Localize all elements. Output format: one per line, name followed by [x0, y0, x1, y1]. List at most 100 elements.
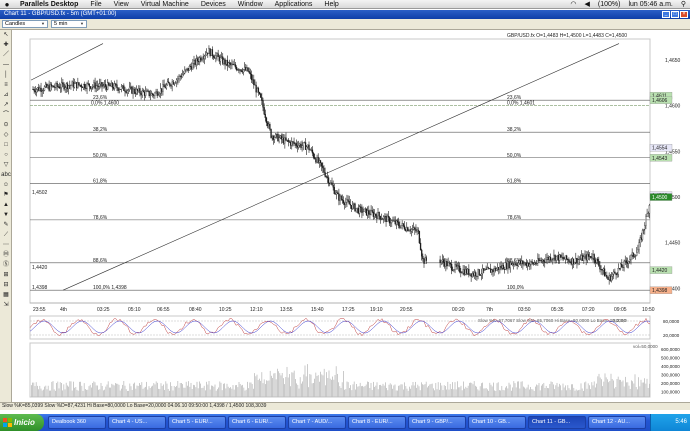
volume-bar [287, 377, 289, 397]
menu-virtual-machine[interactable]: Virtual Machine [135, 0, 195, 9]
drawing-tool-icon[interactable]: ⋯ [1, 241, 11, 250]
volume-bar [113, 385, 115, 397]
chart-style-select[interactable]: Candles ▼ [2, 20, 48, 28]
volume-bar [207, 384, 209, 397]
drawing-tool-icon[interactable]: □ [1, 141, 11, 150]
volume-bar [68, 386, 69, 397]
taskbar-button[interactable]: Chart 11 - GB... [528, 416, 586, 429]
timeframe-select[interactable]: 5 min ▼ [51, 20, 87, 28]
spotlight-icon[interactable]: ⚲ [681, 0, 686, 9]
volume-bar [167, 388, 169, 397]
close-button[interactable]: × [680, 11, 688, 18]
candle-body [633, 255, 636, 257]
drawing-tool-icon[interactable]: ／ [1, 51, 11, 60]
volume-bar [227, 386, 229, 397]
candle-body [440, 260, 442, 263]
drawing-tool-icon[interactable]: ⚑ [1, 191, 11, 200]
menu-parallels[interactable]: Parallels Desktop [14, 0, 84, 9]
volume-bar [245, 389, 247, 397]
taskbar-button[interactable]: Chart 6 - EUR/... [228, 416, 286, 429]
taskbar-button[interactable]: Chart 5 - EUR/... [168, 416, 226, 429]
volume-bar [63, 384, 65, 397]
candle-body [620, 263, 622, 269]
volume-bar [122, 384, 123, 397]
volume-bar [328, 370, 330, 397]
volume-bar [458, 387, 459, 397]
taskbar-button[interactable]: Chart 8 - EUR/... [348, 416, 406, 429]
taskbar-button[interactable]: Chart 4 - US... [108, 416, 166, 429]
candle-body [378, 212, 380, 217]
mac-clock[interactable]: lun 05:46 a.m. [628, 0, 672, 9]
start-button[interactable]: Inicio [0, 414, 44, 431]
menu-help[interactable]: Help [318, 0, 344, 9]
drawing-tool-icon[interactable]: ⊙ [1, 121, 11, 130]
drawing-tool-icon[interactable]: abc [1, 171, 11, 180]
drawing-tool-icon[interactable]: ▲ [1, 201, 11, 210]
x-axis-tick-label: 05:10 [128, 307, 141, 313]
candle-body [274, 134, 277, 138]
drawing-tool-icon[interactable]: — [1, 61, 11, 70]
taskbar-button[interactable]: Dealbook 360 [48, 416, 106, 429]
candle-body [283, 137, 285, 144]
candle-body [372, 211, 375, 217]
volume-bar [221, 390, 223, 397]
drawing-tool-icon[interactable]: ≡ [1, 81, 11, 90]
wifi-icon[interactable]: ◠ [570, 0, 576, 9]
volume-bar [369, 387, 371, 397]
drawing-tool-icon[interactable]: ⊟ [1, 281, 11, 290]
menu-applications[interactable]: Applications [269, 0, 319, 9]
candle-body [393, 220, 395, 222]
maximize-button[interactable]: □ [671, 11, 679, 18]
candle-body [217, 53, 219, 57]
volume-bar [76, 389, 78, 397]
drawing-tool-icon[interactable]: ⇲ [1, 301, 11, 310]
volume-bar [211, 385, 212, 397]
menu-devices[interactable]: Devices [195, 0, 232, 9]
candle-body [546, 257, 548, 260]
candle-body [552, 258, 554, 260]
taskbar-clock: 5:46 [675, 419, 687, 425]
apple-icon[interactable]: ● [0, 0, 14, 9]
drawing-tool-icon[interactable]: │ [1, 71, 11, 80]
drawing-tool-icon[interactable]: ⟋ [1, 231, 11, 240]
volume-bar [344, 389, 345, 397]
drawing-tool-icon[interactable]: ⌒ [1, 111, 11, 120]
drawing-tool-icon[interactable]: Ⓢ [1, 261, 11, 270]
volume-bar [472, 384, 474, 397]
volume-bar [169, 390, 170, 397]
drawing-tool-icon[interactable]: ↗ [1, 101, 11, 110]
volume-bar [363, 386, 365, 397]
volume-icon[interactable]: ◀ [585, 0, 590, 9]
drawing-tool-icon[interactable]: ✚ [1, 41, 11, 50]
drawing-tool-icon[interactable]: ⊞ [1, 271, 11, 280]
candle-body [243, 67, 246, 70]
menu-window[interactable]: Window [232, 0, 269, 9]
drawing-tool-icon[interactable]: ↖ [1, 31, 11, 40]
volume-bar [399, 385, 401, 397]
menu-file[interactable]: File [84, 0, 107, 9]
candle-body [567, 259, 569, 261]
taskbar-button[interactable]: Chart 12 - AU... [588, 416, 646, 429]
candle-body [210, 49, 212, 56]
drawing-tool-icon[interactable]: Ⓜ [1, 251, 11, 260]
taskbar-button[interactable]: Chart 7 - AUD/... [288, 416, 346, 429]
drawing-tool-icon[interactable]: ▼ [1, 211, 11, 220]
taskbar-button[interactable]: Chart 10 - GB... [468, 416, 526, 429]
battery-text[interactable]: (100%) [598, 0, 621, 9]
drawing-tool-icon[interactable]: ◇ [1, 131, 11, 140]
drawing-tool-icon[interactable]: ▽ [1, 161, 11, 170]
drawing-tool-icon[interactable]: ☺ [1, 181, 11, 190]
drawing-tool-icon[interactable]: ○ [1, 151, 11, 160]
taskbar-button[interactable]: Chart 9 - GBP/... [408, 416, 466, 429]
volume-bar [301, 383, 302, 397]
drawing-tool-icon[interactable]: ✎ [1, 221, 11, 230]
candle-body [587, 254, 590, 257]
candle-body [192, 63, 194, 70]
volume-bar [98, 389, 99, 397]
menu-view[interactable]: View [108, 0, 135, 9]
drawing-tool-icon[interactable]: ⊿ [1, 91, 11, 100]
minimize-button[interactable]: _ [662, 11, 670, 18]
price-chart[interactable]: GBP/USD.fx O=1,4483 H=1,4500 L=1,4483 C=… [13, 31, 690, 401]
drawing-tool-icon[interactable]: ▦ [1, 291, 11, 300]
candle-body [135, 89, 138, 94]
